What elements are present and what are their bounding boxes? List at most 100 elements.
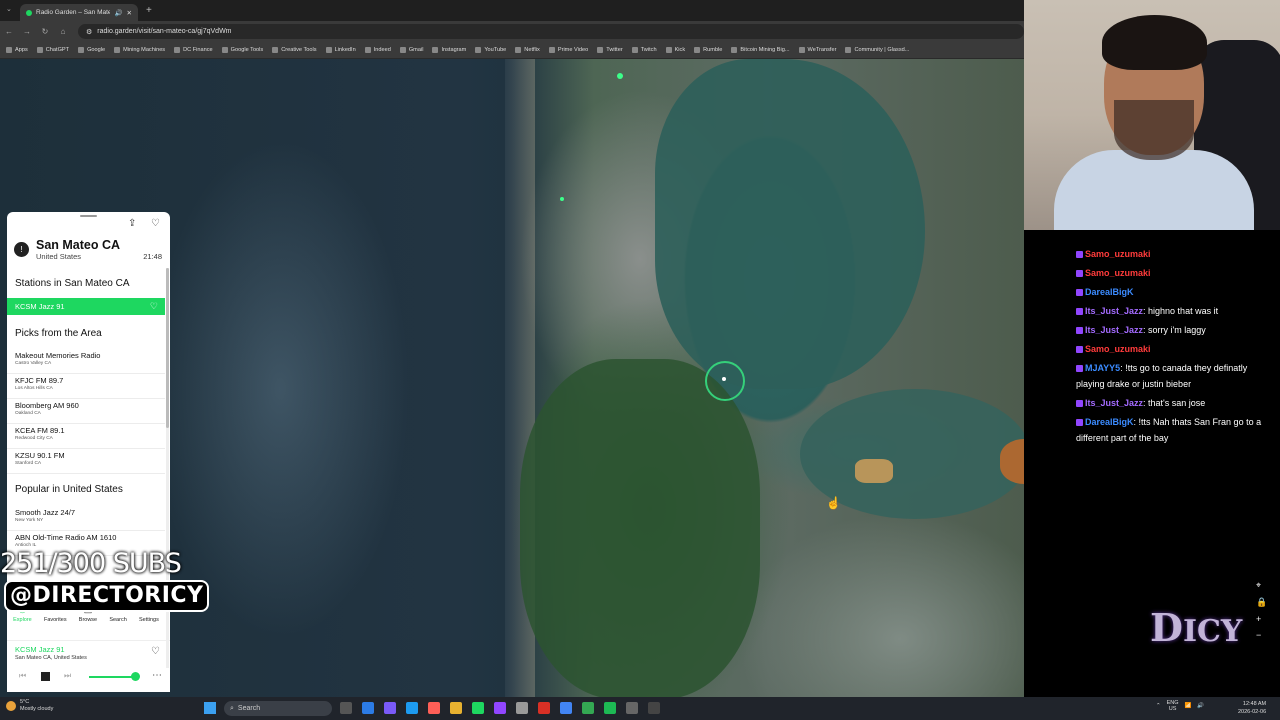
location-pin-icon[interactable]: ⌖: [1256, 580, 1267, 591]
taskbar-clock[interactable]: 12:48 AM 2026-02-06: [1238, 700, 1266, 716]
bookmark-item[interactable]: WeTransfer: [798, 47, 836, 53]
new-tab-button[interactable]: +: [146, 5, 152, 16]
bookmark-item[interactable]: Twitter: [597, 47, 623, 53]
active-station-row[interactable]: KCSM Jazz 91 ♡: [7, 298, 165, 315]
weather-temp: 5°C: [20, 699, 30, 705]
volume-knob[interactable]: [131, 672, 140, 681]
app-icon[interactable]: [472, 702, 484, 714]
bookmark-item[interactable]: Creative Tools: [272, 47, 317, 53]
task-view-icon[interactable]: [340, 702, 352, 714]
bookmark-item[interactable]: Indeed: [364, 47, 391, 53]
address-bar[interactable]: ⚙ radio.garden/visit/san-mateo-ca/gj7qVd…: [78, 24, 1024, 39]
app-icon[interactable]: [362, 702, 374, 714]
station-row[interactable]: KCEA FM 89.1 Redwood City CA: [15, 426, 165, 441]
zoom-out-icon[interactable]: −: [1256, 630, 1267, 640]
station-row[interactable]: ABN Old-Time Radio AM 1610 Antioch IL: [15, 533, 165, 548]
bookmark-item[interactable]: Bitcoin Mining Big...: [731, 47, 790, 53]
station-row[interactable]: Smooth Jazz 24/7 New York NY: [15, 508, 165, 523]
wifi-icon[interactable]: 📶: [1185, 703, 1192, 709]
bookmark-item[interactable]: Rumble: [694, 47, 722, 53]
more-options-icon[interactable]: ⋯: [152, 670, 162, 681]
previous-icon[interactable]: ⏮: [19, 671, 26, 681]
chat-username[interactable]: DarealBigK: [1085, 287, 1134, 297]
station-row[interactable]: Bloomberg AM 960 Oakland CA: [15, 401, 165, 416]
app-icon[interactable]: [406, 702, 418, 714]
chat-username[interactable]: Its_Just_Jazz: [1085, 306, 1143, 316]
chat-username[interactable]: Its_Just_Jazz: [1085, 325, 1143, 335]
station-row[interactable]: Makeout Memories Radio Castro Valley CA: [15, 351, 165, 366]
map-controls: ⌖ 🔒 + −: [1256, 580, 1267, 640]
bookmark-item[interactable]: Twitch: [631, 47, 657, 53]
chat-username[interactable]: Samo_uzumaki: [1085, 268, 1151, 278]
app-icon[interactable]: [538, 702, 550, 714]
info-icon[interactable]: !: [14, 242, 29, 257]
reload-icon[interactable]: ↻: [36, 27, 54, 36]
app-icon[interactable]: [648, 702, 660, 714]
app-icon[interactable]: [582, 702, 594, 714]
bookmark-item[interactable]: Google Tools: [221, 47, 263, 53]
home-icon[interactable]: ⌂: [54, 27, 72, 36]
tray-chevron-icon[interactable]: ⌃: [1156, 703, 1161, 709]
close-tab-icon[interactable]: ✕: [127, 9, 132, 17]
bookmark-item[interactable]: Prime Video: [548, 47, 588, 53]
app-icon[interactable]: [428, 702, 440, 714]
bookmark-label: Twitter: [606, 47, 623, 53]
bookmark-favicon-icon: [325, 47, 332, 53]
station-row[interactable]: KFJC FM 89.7 Los Altos Hills CA: [15, 376, 165, 391]
volume-slider[interactable]: [89, 676, 135, 678]
zoom-in-icon[interactable]: +: [1256, 614, 1267, 624]
tab-radio-garden[interactable]: Radio Garden – San Mateo 🔊 ✕: [20, 4, 138, 21]
chat-username[interactable]: Its_Just_Jazz: [1085, 398, 1143, 408]
station-dot[interactable]: [617, 73, 623, 79]
file-explorer-icon[interactable]: [450, 702, 462, 714]
tab-title: Radio Garden – San Mateo: [36, 9, 111, 16]
app-icon[interactable]: [494, 702, 506, 714]
mute-tab-icon[interactable]: 🔊: [114, 9, 122, 17]
chat-message: MJAYY5: !tts go to canada they definatly…: [1076, 360, 1276, 392]
spotify-icon[interactable]: [604, 702, 616, 714]
next-icon[interactable]: ⏭: [64, 671, 71, 681]
volume-icon[interactable]: 🔊: [1197, 703, 1204, 709]
favorite-place-heart-icon[interactable]: ♡: [151, 218, 160, 229]
language-indicator[interactable]: ENG US: [1167, 700, 1179, 712]
bookmark-item[interactable]: Google: [78, 47, 105, 53]
bookmark-item[interactable]: Instagram: [432, 47, 466, 53]
tab-menu-icon[interactable]: ⌄: [6, 5, 12, 13]
windows-start-icon[interactable]: [204, 702, 216, 714]
bookmark-item[interactable]: Apps: [6, 47, 28, 53]
forward-icon[interactable]: →: [18, 27, 36, 36]
station-dot[interactable]: [560, 197, 564, 201]
chat-username[interactable]: Samo_uzumaki: [1085, 344, 1151, 354]
streamer-hair: [1102, 15, 1207, 70]
favorite-station-heart-icon[interactable]: ♡: [150, 301, 158, 312]
bookmark-item[interactable]: Community | Glassd...: [845, 47, 909, 53]
lock-icon[interactable]: 🔒: [1256, 597, 1267, 608]
chat-username[interactable]: DarealBigK: [1085, 417, 1134, 427]
bookmark-item[interactable]: Netflix: [515, 47, 540, 53]
bookmark-item[interactable]: Kick: [665, 47, 685, 53]
chat-username[interactable]: Samo_uzumaki: [1085, 249, 1151, 259]
now-playing-heart-icon[interactable]: ♡: [151, 646, 160, 657]
bookmark-item[interactable]: ChatGPT: [36, 47, 69, 53]
panel-drag-handle[interactable]: [80, 215, 97, 217]
app-icon[interactable]: [626, 702, 638, 714]
stop-button[interactable]: [41, 672, 50, 681]
selected-station-ring[interactable]: [705, 361, 745, 401]
taskbar-search[interactable]: ⌕ Search: [224, 701, 332, 716]
bookmark-item[interactable]: YouTube: [475, 47, 506, 53]
bookmark-item[interactable]: Gmail: [399, 47, 423, 53]
chat-username[interactable]: MJAYY5: [1085, 363, 1120, 373]
site-info-icon[interactable]: ⚙: [86, 28, 92, 36]
bookmark-item[interactable]: DC Finance: [174, 47, 213, 53]
app-icon[interactable]: [384, 702, 396, 714]
bookmark-item[interactable]: Mining Machines: [114, 47, 165, 53]
panel-scroll-thumb[interactable]: [166, 268, 169, 428]
chrome-icon[interactable]: [560, 702, 572, 714]
app-icon[interactable]: [516, 702, 528, 714]
station-row[interactable]: KZSU 90.1 FM Stanford CA: [15, 451, 165, 466]
back-icon[interactable]: ←: [0, 27, 18, 36]
station-dot[interactable]: [722, 377, 726, 381]
share-icon[interactable]: ⇪: [128, 218, 136, 229]
weather-widget[interactable]: 5°C Mostly cloudy: [6, 699, 53, 713]
bookmark-item[interactable]: LinkedIn: [325, 47, 356, 53]
